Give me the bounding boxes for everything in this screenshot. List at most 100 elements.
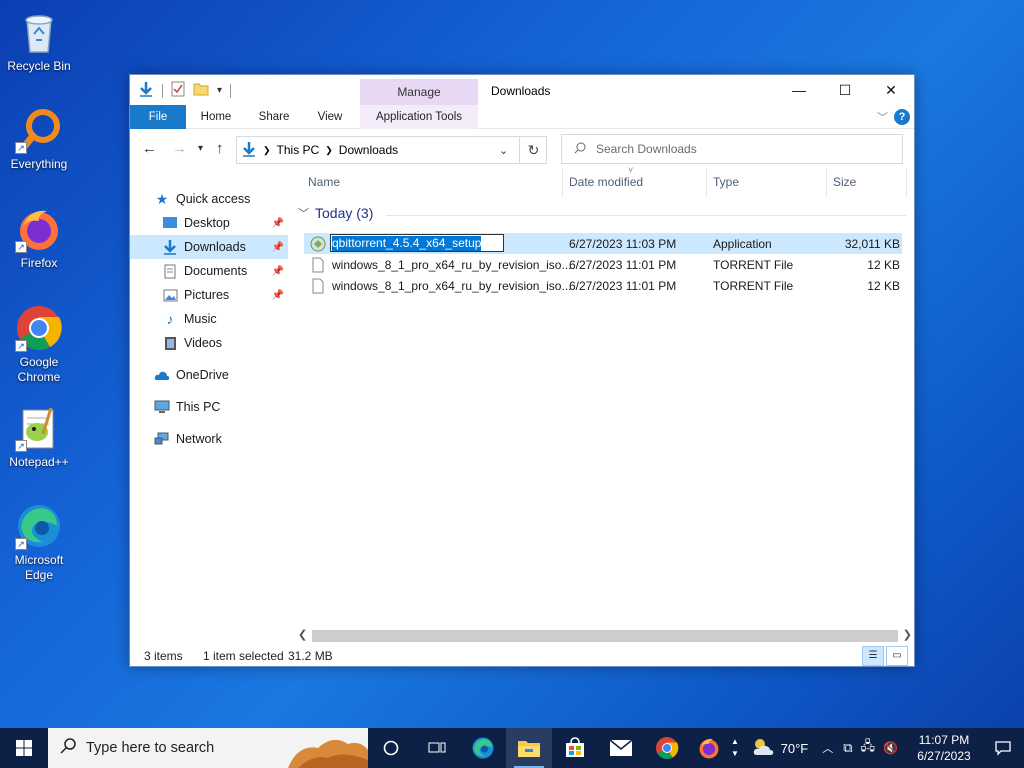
tab-view[interactable]: View xyxy=(308,105,352,129)
pin-icon: 📌 xyxy=(271,289,284,301)
table-row[interactable]: qbittorrent_4.5.4_x64_setup 6/27/2023 11… xyxy=(304,233,902,254)
column-divider[interactable] xyxy=(906,169,907,197)
horizontal-scrollbar[interactable]: ❮ ❯ xyxy=(296,628,914,644)
taskbar-microsoft-store[interactable] xyxy=(552,728,598,768)
table-row[interactable]: windows_8_1_pro_x64_ru_by_revision_iso..… xyxy=(304,254,902,275)
address-dropdown-icon[interactable]: ⌄ xyxy=(499,144,508,157)
sidebar-item-music[interactable]: ♪ Music xyxy=(130,307,288,331)
breadcrumb-downloads[interactable]: Downloads xyxy=(339,143,398,157)
column-divider[interactable] xyxy=(826,169,827,197)
desktop-icon-microsoft-edge[interactable]: ↗ Microsoft Edge xyxy=(4,502,74,583)
file-date: 6/27/2023 11:03 PM xyxy=(569,237,677,251)
system-tray: 70°F ︿ ⧉ 🖧 🔇 11:07 PM 6/27/2023 xyxy=(751,728,1024,768)
taskbar-edge[interactable] xyxy=(460,728,506,768)
tab-manage[interactable]: Manage xyxy=(360,79,478,105)
desktop-icon-notepad-plus-plus[interactable]: ↗ Notepad++ xyxy=(4,404,74,470)
taskview-button[interactable] xyxy=(414,728,460,768)
chevron-down-icon: ▼ xyxy=(731,749,739,758)
new-folder-icon[interactable] xyxy=(193,81,209,100)
column-divider[interactable] xyxy=(562,169,563,197)
tab-file[interactable]: File xyxy=(130,105,186,129)
chrome-icon xyxy=(656,737,679,759)
maximize-button[interactable]: ☐ xyxy=(822,75,868,105)
sidebar-item-onedrive[interactable]: OneDrive xyxy=(130,363,288,387)
sidebar-item-downloads[interactable]: Downloads 📌 xyxy=(130,235,288,259)
task-view-icon xyxy=(428,742,446,753)
search-input[interactable]: Search Downloads xyxy=(561,134,903,164)
forward-icon[interactable]: → xyxy=(172,140,187,157)
edge-icon xyxy=(472,737,494,759)
close-button[interactable]: ✕ xyxy=(868,75,914,105)
meet-now-icon[interactable]: ⧉ xyxy=(843,740,852,756)
sidebar-item-documents[interactable]: Documents 📌 xyxy=(130,259,288,283)
show-hidden-icons-icon[interactable]: ︿ xyxy=(822,740,833,756)
scrollbar-thumb[interactable] xyxy=(312,630,898,642)
network-tray-icon[interactable]: 🖧 xyxy=(861,737,876,759)
task-view-button[interactable] xyxy=(368,728,414,768)
scroll-right-icon[interactable]: ❯ xyxy=(903,628,912,641)
properties-icon[interactable] xyxy=(171,81,185,100)
desktop-icon-label: Google Chrome xyxy=(17,355,61,384)
sidebar-item-network[interactable]: Network xyxy=(130,427,288,451)
sidebar-item-quick-access[interactable]: ★ Quick access xyxy=(130,187,288,211)
pin-icon: 📌 xyxy=(271,265,284,277)
breadcrumb-this-pc[interactable]: This PC xyxy=(277,143,320,157)
onedrive-cloud-icon xyxy=(154,367,170,383)
start-button[interactable] xyxy=(0,728,48,768)
group-header-today[interactable]: ﹀ Today (3) xyxy=(298,205,373,221)
taskbar: Type here to search ▲ ▼ 70°F ︿ ⧉ 🖧 🔇 11:… xyxy=(0,728,1024,768)
column-header-size[interactable]: Size xyxy=(833,175,856,189)
expand-ribbon-icon[interactable]: ﹀ xyxy=(877,109,888,125)
clock-time: 11:07 PM xyxy=(918,733,970,747)
tab-share[interactable]: Share xyxy=(252,105,296,129)
downloads-folder-icon xyxy=(241,141,257,160)
up-icon[interactable]: ↑ xyxy=(216,140,224,157)
rename-input[interactable]: qbittorrent_4.5.4_x64_setup xyxy=(330,234,504,252)
sidebar-item-label: Desktop xyxy=(184,216,230,230)
taskbar-file-explorer[interactable] xyxy=(506,728,552,768)
sidebar-item-this-pc[interactable]: This PC xyxy=(130,395,288,419)
sidebar-item-videos[interactable]: Videos xyxy=(130,331,288,355)
help-icon[interactable]: ? xyxy=(894,109,910,125)
shortcut-arrow-icon: ↗ xyxy=(15,142,27,154)
minimize-button[interactable]: — xyxy=(776,75,822,105)
column-header-name[interactable]: Name xyxy=(308,175,340,189)
taskbar-chrome[interactable] xyxy=(644,728,690,768)
customize-qat-icon[interactable]: ▾ xyxy=(217,85,222,96)
column-header-date-modified[interactable]: Date modified xyxy=(569,175,643,189)
notification-center-button[interactable] xyxy=(982,728,1024,768)
clock[interactable]: 11:07 PM 6/27/2023 xyxy=(906,732,982,764)
chevron-right-icon[interactable]: ❯ xyxy=(263,145,271,156)
windows-logo-icon xyxy=(16,740,32,756)
refresh-button[interactable]: ↻ xyxy=(519,136,547,164)
taskbar-firefox[interactable] xyxy=(690,728,728,768)
sidebar-item-pictures[interactable]: Pictures 📌 xyxy=(130,283,288,307)
scroll-left-icon[interactable]: ❮ xyxy=(298,628,307,641)
desktop-icon-everything[interactable]: ↗ Everything xyxy=(4,106,74,172)
group-divider xyxy=(386,215,906,216)
tab-application-tools[interactable]: Application Tools xyxy=(360,105,478,129)
back-icon[interactable]: ← xyxy=(142,140,157,157)
column-header-type[interactable]: Type xyxy=(713,175,739,189)
taskbar-overflow-scroll[interactable]: ▲ ▼ xyxy=(728,728,742,768)
tab-home[interactable]: Home xyxy=(194,105,238,129)
pictures-icon xyxy=(162,287,178,303)
large-icons-view-button[interactable]: ▭ xyxy=(886,646,908,666)
weather-widget[interactable]: 70°F xyxy=(751,737,808,760)
recent-locations-icon[interactable]: ▾ xyxy=(198,143,203,154)
sidebar-item-desktop[interactable]: Desktop 📌 xyxy=(130,211,288,235)
desktop-icon-recycle-bin[interactable]: Recycle Bin xyxy=(4,8,74,74)
volume-muted-icon[interactable]: 🔇 xyxy=(883,741,898,755)
table-row[interactable]: windows_8_1_pro_x64_ru_by_revision_iso..… xyxy=(304,275,902,296)
taskbar-mail[interactable] xyxy=(598,728,644,768)
desktop-icon-label: Everything xyxy=(10,157,68,171)
column-divider[interactable] xyxy=(706,169,707,197)
taskbar-search-box[interactable]: Type here to search xyxy=(48,728,368,768)
chevron-right-icon[interactable]: ❯ xyxy=(325,145,333,156)
edge-icon: ↗ xyxy=(15,502,63,550)
address-bar[interactable]: ❯ This PC ❯ Downloads ⌄ xyxy=(236,136,547,164)
desktop-icon-google-chrome[interactable]: ↗ Google Chrome xyxy=(4,304,74,385)
details-view-button[interactable]: ☰ xyxy=(862,646,884,666)
desktop-icon-firefox[interactable]: ↗ Firefox xyxy=(4,205,74,271)
file-name: windows_8_1_pro_x64_ru_by_revision_iso..… xyxy=(332,278,572,293)
